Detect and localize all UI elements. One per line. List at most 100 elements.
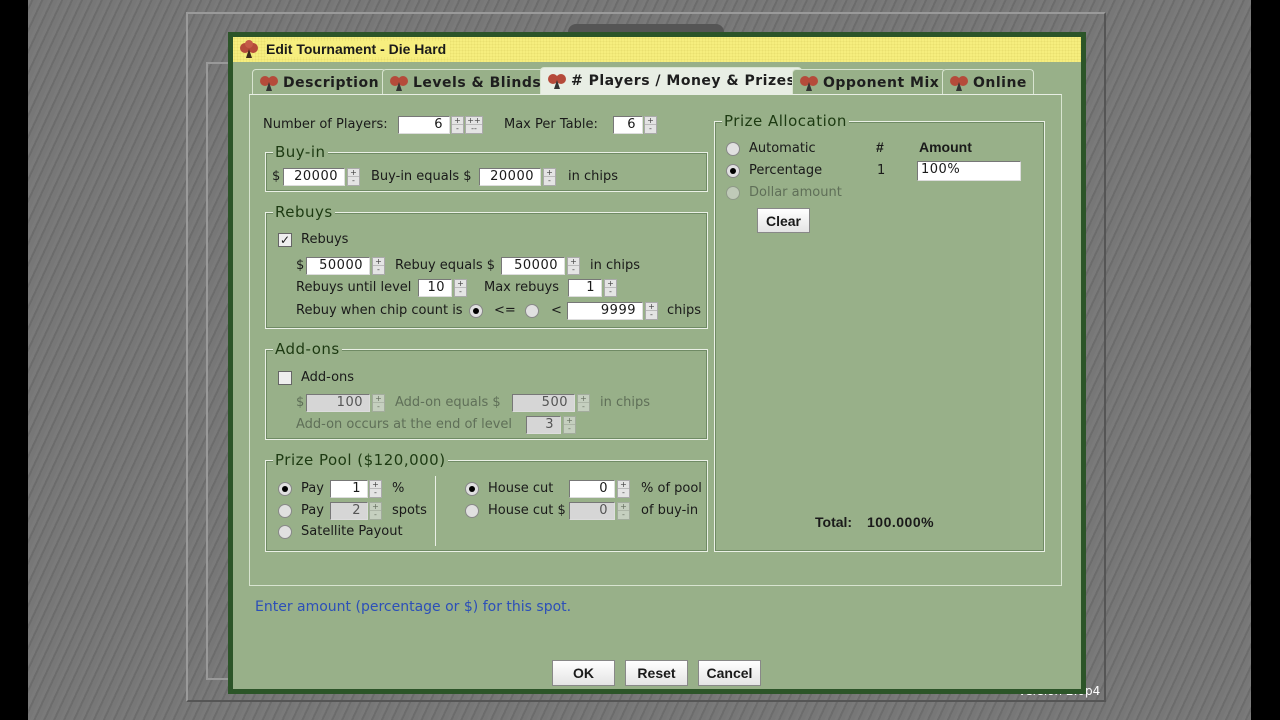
prize-pool-divider — [435, 476, 436, 546]
addons-legend: Add-ons — [273, 340, 342, 358]
prize-amount-field[interactable]: 100% — [917, 161, 1021, 181]
addon-amount-spinner[interactable]: + - — [372, 394, 385, 412]
tab-online[interactable]: Online — [942, 69, 1034, 94]
buyin-chips-field[interactable]: 20000 — [479, 168, 541, 186]
tab-icon — [800, 76, 818, 91]
rebuy-chips-spinner[interactable]: + - — [567, 257, 580, 275]
house-cut-spinner[interactable]: + - — [617, 480, 630, 498]
rebuy-le-label: <= — [494, 303, 516, 318]
addons-checkbox[interactable] — [278, 371, 292, 385]
max-rebuys-field[interactable]: 1 — [568, 279, 602, 297]
buyin-amount-field[interactable]: 20000 — [283, 168, 345, 186]
house-cut-field[interactable]: 0 — [569, 480, 615, 498]
tab-label: Online — [973, 75, 1027, 91]
reset-button[interactable]: Reset — [625, 660, 688, 686]
rebuy-when-label: Rebuy when chip count is — [296, 303, 463, 318]
rebuy-lt-label: < — [551, 303, 562, 318]
rebuys-checkbox[interactable]: ✓ — [278, 233, 292, 247]
rebuy-chips-field[interactable]: 50000 — [501, 257, 565, 275]
rebuy-chips-unit: chips — [667, 303, 702, 318]
pay-percent-field[interactable]: 1 — [330, 480, 368, 498]
max-rebuys-label: Max rebuys — [484, 280, 560, 295]
rebuy-amount-spinner[interactable]: + - — [372, 257, 385, 275]
addon-chips-field[interactable]: 500 — [512, 394, 575, 412]
app-logo-icon — [240, 40, 258, 58]
percentage-radio[interactable] — [726, 164, 740, 178]
pay-percent-label: Pay — [301, 481, 324, 496]
rebuy-dollar-label: $ — [296, 258, 305, 273]
pay-percent-spinner[interactable]: + - — [369, 480, 382, 498]
spots-unit: spots — [392, 503, 427, 518]
pay-spots-spinner[interactable]: + - — [369, 502, 382, 520]
tab-icon — [390, 76, 408, 91]
max-per-table-field[interactable]: 6 — [613, 116, 643, 134]
satellite-payout-radio[interactable] — [278, 525, 292, 539]
addon-level-field[interactable]: 3 — [526, 416, 561, 434]
tab-icon — [260, 76, 278, 91]
tab-icon — [548, 74, 566, 89]
total-label: Total: — [815, 514, 853, 530]
buyin-in-chips-label: in chips — [568, 169, 619, 184]
right-border — [1251, 0, 1280, 720]
tab-label: Description — [283, 75, 380, 91]
addon-equals-label: Add-on equals $ — [395, 395, 501, 410]
tab-players-money-prizes[interactable]: # Players / Money & Prizes — [540, 67, 803, 95]
house-cut-percent-radio[interactable] — [465, 482, 479, 496]
pay-spots-field[interactable]: 2 — [330, 502, 368, 520]
pay-percent-radio[interactable] — [278, 482, 292, 496]
dollar-amount-radio[interactable] — [726, 186, 740, 200]
number-of-players-field[interactable]: 6 — [398, 116, 450, 134]
rebuy-chip-count-spinner[interactable]: + - — [645, 302, 658, 320]
left-border — [0, 0, 28, 720]
house-cut-dollar-spinner[interactable]: + - — [617, 502, 630, 520]
rebuy-chip-count-field[interactable]: 9999 — [567, 302, 643, 320]
percent-unit: % — [392, 481, 405, 496]
tab-label: Opponent Mix — [823, 75, 940, 91]
rebuy-le-radio[interactable] — [469, 304, 483, 318]
percentage-label: Percentage — [749, 163, 823, 178]
addon-in-chips-label: in chips — [600, 395, 651, 410]
buyin-amount-spinner[interactable]: + - — [347, 168, 360, 186]
rebuys-until-spinner[interactable]: + - — [454, 279, 467, 297]
max-rebuys-spinner[interactable]: + - — [604, 279, 617, 297]
number-of-players-label: Number of Players: — [263, 117, 388, 132]
rebuy-amount-field[interactable]: 50000 — [306, 257, 370, 275]
pool-unit: % of pool — [641, 481, 702, 496]
tab-description[interactable]: Description — [252, 69, 387, 94]
addon-chips-spinner[interactable]: + - — [577, 394, 590, 412]
addon-amount-field[interactable]: 100 — [306, 394, 370, 412]
addon-dollar-label: $ — [296, 395, 305, 410]
house-cut-dollar-field[interactable]: 0 — [569, 502, 615, 520]
tab-levels-blinds[interactable]: Levels & Blinds — [382, 69, 549, 94]
tab-icon — [950, 76, 968, 91]
house-cut-label: House cut — [488, 481, 554, 496]
satellite-payout-label: Satellite Payout — [301, 524, 403, 539]
prize-allocation-legend: Prize Allocation — [722, 112, 849, 130]
buyin-unit: of buy-in — [641, 503, 699, 518]
addons-checkbox-label: Add-ons — [301, 370, 355, 385]
prize-spot-number: 1 — [877, 163, 886, 178]
addon-level-spinner[interactable]: + - — [563, 416, 576, 434]
tab-label: # Players / Money & Prizes — [571, 73, 796, 89]
tab-opponent-mix[interactable]: Opponent Mix — [792, 69, 947, 94]
house-cut-dollar-radio[interactable] — [465, 504, 479, 518]
tab-label: Levels & Blinds — [413, 75, 542, 91]
buyin-equals-label: Buy-in equals $ — [371, 169, 472, 184]
buyin-chips-spinner[interactable]: + - — [543, 168, 556, 186]
rebuy-in-chips-label: in chips — [590, 258, 641, 273]
pay-spots-radio[interactable] — [278, 504, 292, 518]
number-of-players-spinner[interactable]: + - — [451, 116, 464, 134]
automatic-radio[interactable] — [726, 142, 740, 156]
cancel-button[interactable]: Cancel — [698, 660, 761, 686]
buyin-legend: Buy-in — [273, 143, 328, 161]
rebuy-lt-radio[interactable] — [525, 304, 539, 318]
dialog-title: Edit Tournament - Die Hard — [266, 41, 451, 57]
rebuys-until-field[interactable]: 10 — [418, 279, 452, 297]
max-per-table-spinner[interactable]: + - — [644, 116, 657, 134]
clear-button[interactable]: Clear — [757, 208, 810, 233]
ok-button[interactable]: OK — [552, 660, 615, 686]
total-value: 100.000% — [867, 514, 935, 530]
addon-level-label: Add-on occurs at the end of level — [296, 417, 513, 432]
max-per-table-label: Max Per Table: — [504, 117, 598, 132]
number-of-players-fast-spinner[interactable]: ++ -- — [465, 116, 483, 134]
